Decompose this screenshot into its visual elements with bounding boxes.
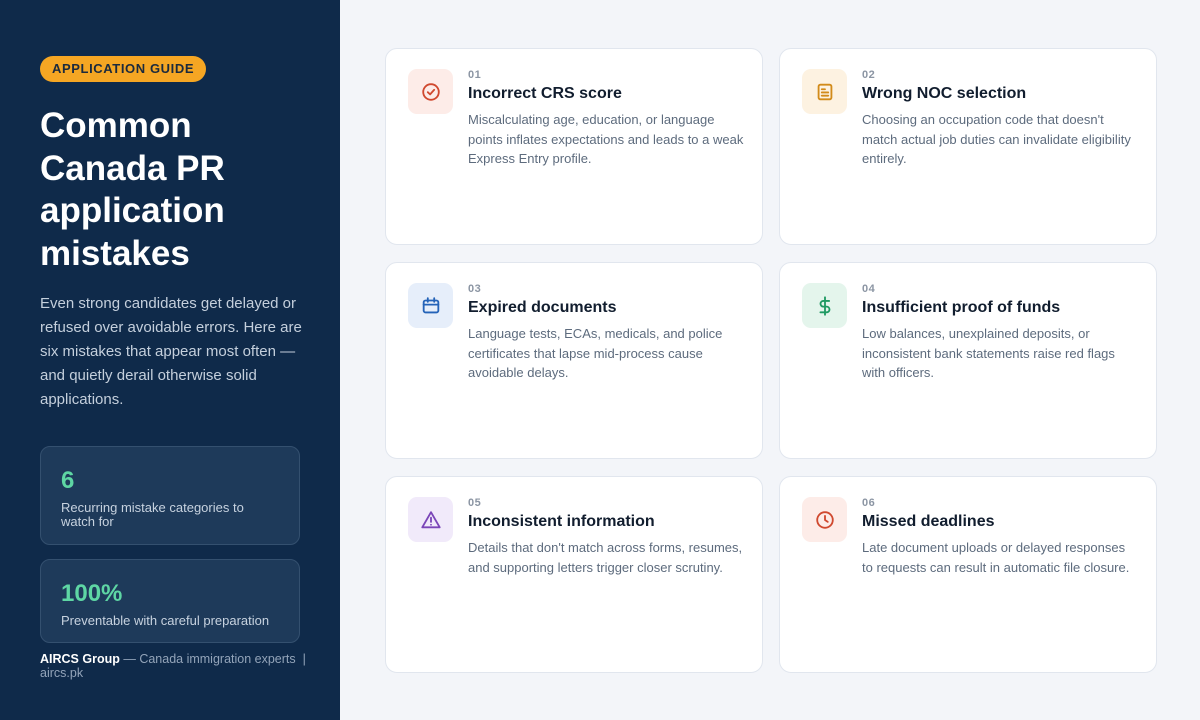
icon-tile — [408, 69, 453, 114]
intro-text: Even strong candidates get delayed or re… — [40, 295, 302, 408]
card-title: Wrong NOC selection — [862, 85, 1027, 102]
document-icon — [817, 83, 832, 100]
mistake-card: 06 Missed deadlines Late document upload… — [779, 476, 1157, 673]
footer-site: aircs.pk — [40, 666, 84, 680]
stat-card-preventable: 100% Preventable with careful preparatio… — [40, 559, 300, 643]
calendar-icon — [422, 296, 439, 313]
footer-separator: | — [302, 652, 306, 666]
card-description: Choosing an occupation code that doesn't… — [862, 112, 1131, 166]
category-badge: APPLICATION GUIDE — [40, 56, 207, 82]
stat-card-categories: 6 Recurring mistake categories to watch … — [40, 446, 300, 545]
card-number: 01 — [468, 69, 482, 81]
card-number: 04 — [862, 283, 876, 295]
card-description: Low balances, unexplained deposits, or i… — [862, 326, 1115, 380]
stat-label: Recurring mistake categories to watch fo… — [61, 500, 244, 529]
check-circle-icon — [421, 82, 440, 101]
footer-brand: AIRCS Group — [40, 652, 120, 666]
mistake-card: 01 Incorrect CRS score Miscalculating ag… — [385, 48, 763, 245]
card-title: Expired documents — [468, 299, 617, 316]
icon-tile — [802, 69, 847, 114]
page-title: Common Canada PR application mistakes — [40, 106, 225, 273]
icon-tile — [802, 497, 847, 542]
card-number: 02 — [862, 69, 876, 81]
sidebar: APPLICATION GUIDE Common Canada PR appli… — [0, 0, 340, 720]
card-title: Insufficient proof of funds — [862, 299, 1061, 316]
card-title: Inconsistent information — [468, 513, 655, 530]
card-description: Late document uploads or delayed respons… — [862, 540, 1130, 575]
card-description: Details that don't match across forms, r… — [468, 540, 743, 575]
card-number: 03 — [468, 283, 482, 295]
mistake-card: 04 Insufficient proof of funds Low balan… — [779, 262, 1157, 459]
card-description: Language tests, ECAs, medicals, and poli… — [468, 326, 723, 380]
card-title: Incorrect CRS score — [468, 85, 622, 102]
footer-tagline: — Canada immigration experts — [123, 652, 296, 666]
icon-tile — [408, 283, 453, 328]
stat-value: 100% — [61, 580, 123, 607]
card-title: Missed deadlines — [862, 513, 995, 530]
icon-tile — [802, 283, 847, 328]
dollar-icon — [819, 295, 830, 316]
footer: AIRCS Group — Canada immigration experts… — [40, 652, 310, 680]
clock-icon — [815, 510, 834, 529]
card-description: Miscalculating age, education, or langua… — [468, 112, 744, 166]
mistake-card: 05 Inconsistent information Details that… — [385, 476, 763, 673]
icon-tile — [408, 497, 453, 542]
card-number: 05 — [468, 497, 482, 509]
mistake-card: 03 Expired documents Language tests, ECA… — [385, 262, 763, 459]
stat-label: Preventable with careful preparation — [61, 613, 270, 628]
card-number: 06 — [862, 497, 876, 509]
mistake-card: 02 Wrong NOC selection Choosing an occup… — [779, 48, 1157, 245]
stat-value: 6 — [61, 467, 75, 494]
warning-icon — [420, 510, 441, 528]
